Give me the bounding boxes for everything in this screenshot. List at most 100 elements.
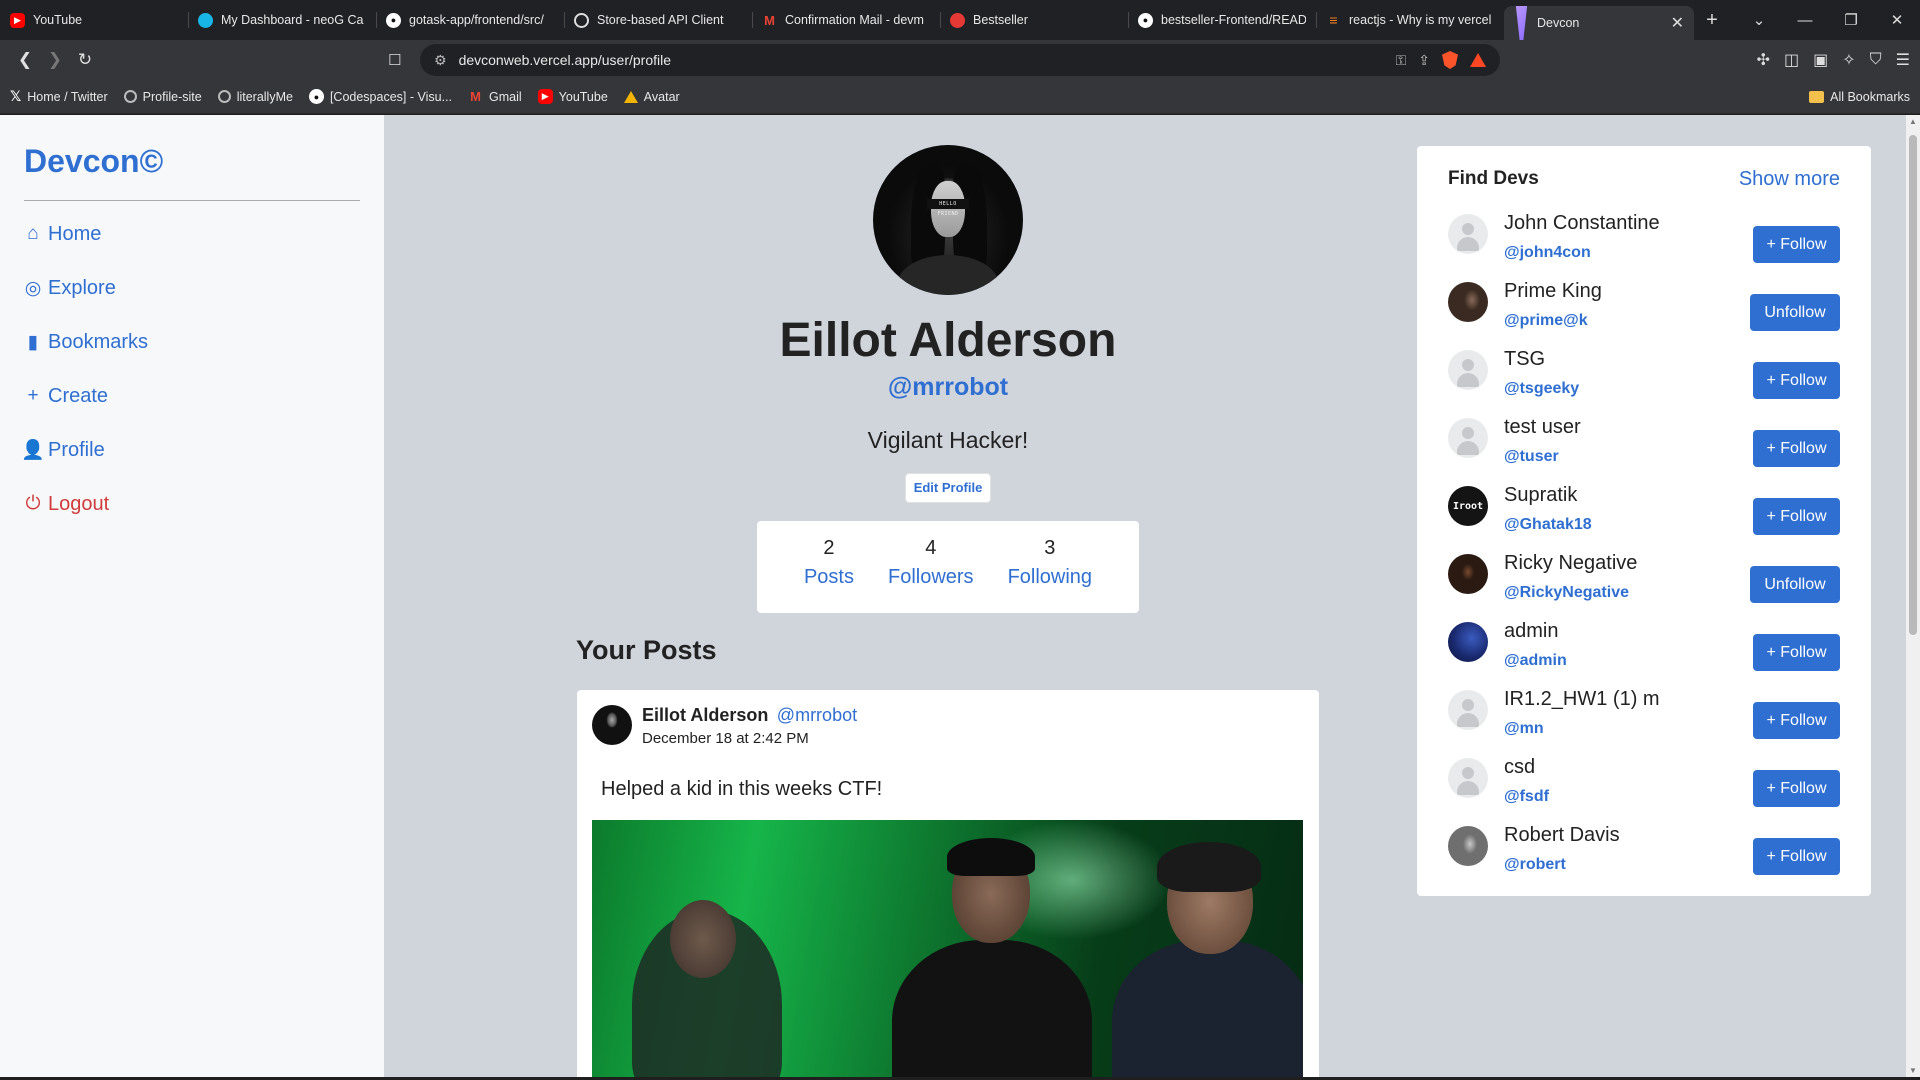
bookmark-item[interactable]: 𝕏 Home / Twitter [10,88,108,105]
bookmark-item[interactable]: M Gmail [468,89,522,104]
restore-icon[interactable]: ❐ [1828,11,1874,29]
follow-button[interactable]: + Follow [1753,430,1840,467]
dev-name[interactable]: IR1.2_HW1 (1) m [1504,688,1660,711]
avatar[interactable] [1448,350,1488,390]
site-info-icon[interactable]: ⚙ [434,52,447,69]
brave-shields-icon[interactable] [1442,51,1458,69]
bookmark-item[interactable]: ● [Codespaces] - Visu... [308,89,452,104]
page-scrollbar[interactable]: ▲ ▼ [1906,115,1920,1077]
avatar[interactable] [1448,214,1488,254]
dev-name[interactable]: admin [1504,620,1558,643]
bookmark-item[interactable]: ▶ YouTube [537,89,608,104]
post-author-handle[interactable]: @mrrobot [777,705,857,725]
dev-handle[interactable]: @admin [1504,652,1567,670]
dev-handle[interactable]: @robert [1504,856,1566,874]
close-icon[interactable]: ✕ [1671,13,1684,33]
dev-handle[interactable]: @RickyNegative [1504,584,1629,602]
post-image[interactable] [592,820,1303,1077]
sidebar-item-explore[interactable]: ◎ Explore [24,261,360,315]
bookmark-item[interactable]: literallyMe [217,90,293,104]
avatar[interactable]: Iroot [1448,486,1488,526]
dev-handle[interactable]: @Ghatak18 [1504,516,1592,534]
brave-rewards-icon[interactable] [1470,53,1486,67]
stat-following[interactable]: 3 Following [1008,537,1092,613]
edit-profile-button[interactable]: Edit Profile [905,473,991,503]
leo-ai-icon[interactable]: ✧ [1842,50,1855,70]
stat-posts[interactable]: 2 Posts [804,537,854,613]
back-icon[interactable]: ❮ [10,50,40,70]
wallet-icon[interactable]: ▣ [1813,50,1828,70]
unfollow-button[interactable]: Unfollow [1750,294,1840,331]
browser-tab[interactable]: ● gotask-app/frontend/src/ [376,0,564,40]
unfollow-button[interactable]: Unfollow [1750,566,1840,603]
sidebar-item-bookmarks[interactable]: ▮ Bookmarks [24,315,360,369]
address-bar[interactable]: ⚙ devconweb.vercel.app/user/profile ⚿ ⇪ [420,44,1500,76]
dev-name[interactable]: Supratik [1504,484,1577,507]
all-bookmarks-button[interactable]: All Bookmarks [1809,90,1910,104]
follow-button[interactable]: + Follow [1753,702,1840,739]
dev-name[interactable]: csd [1504,756,1535,779]
scrollbar-thumb[interactable] [1909,135,1917,635]
url-text[interactable]: devconweb.vercel.app/user/profile [459,52,1384,68]
scroll-down-icon[interactable]: ▼ [1906,1066,1920,1075]
browser-tab[interactable]: Bestseller [940,0,1128,40]
reload-icon[interactable]: ↻ [70,50,100,70]
minimize-icon[interactable]: — [1782,12,1828,29]
sidebar-item-logout[interactable]: ⏻ Logout [24,477,360,531]
sidebar-item-profile[interactable]: 👤 Profile [21,423,360,477]
dev-handle[interactable]: @prime@k [1504,312,1588,330]
avatar[interactable] [1448,690,1488,730]
close-window-icon[interactable]: ✕ [1874,11,1920,29]
sidebar-item-create[interactable]: + Create [24,369,360,423]
bookmark-page-icon[interactable]: ☐ [388,51,401,69]
browser-tab[interactable]: ▶ YouTube [0,0,188,40]
follow-button[interactable]: + Follow [1753,770,1840,807]
menu-icon[interactable]: ☰ [1896,50,1910,70]
sidebar-item-home[interactable]: ⌂ Home [24,207,360,261]
follow-button[interactable]: + Follow [1753,498,1840,535]
follow-button[interactable]: + Follow [1753,634,1840,671]
avatar[interactable] [1448,826,1488,866]
bookmark-item[interactable]: Avatar [623,90,680,104]
dev-handle[interactable]: @tsgeeky [1504,380,1579,398]
follow-button[interactable]: + Follow [1753,362,1840,399]
browser-tab[interactable]: My Dashboard - neoG Ca [188,0,376,40]
stat-followers[interactable]: 4 Followers [888,537,974,613]
dev-handle[interactable]: @john4con [1504,244,1591,262]
extensions-icon[interactable]: ✣ [1757,50,1770,70]
avatar[interactable] [1448,282,1488,322]
vpn-icon[interactable]: ⛉ [1870,51,1882,69]
dev-name[interactable]: Ricky Negative [1504,552,1637,575]
dev-name[interactable]: Prime King [1504,280,1602,303]
key-icon[interactable]: ⚿ [1396,52,1407,69]
dev-name[interactable]: test user [1504,416,1581,439]
dev-name[interactable]: TSG [1504,348,1545,371]
browser-tab-active[interactable]: Devcon ✕ [1504,6,1694,40]
avatar[interactable] [1448,418,1488,458]
browser-tab[interactable]: ≡ reactjs - Why is my vercel [1316,0,1504,40]
new-tab-button[interactable]: + [1694,9,1730,32]
share-icon[interactable]: ⇪ [1418,52,1430,69]
dev-handle[interactable]: @fsdf [1504,788,1549,806]
sidebar-toggle-icon[interactable]: ◫ [1784,50,1799,70]
browser-tab[interactable]: M Confirmation Mail - devm [752,0,940,40]
dev-name[interactable]: Robert Davis [1504,824,1620,847]
brand-logo[interactable]: Devcon© [24,143,360,201]
follow-button[interactable]: + Follow [1753,226,1840,263]
post-author-name[interactable]: Eillot Alderson [642,705,768,725]
scroll-up-icon[interactable]: ▲ [1906,117,1920,126]
avatar[interactable] [1448,554,1488,594]
forward-icon[interactable]: ❯ [40,50,70,70]
bookmark-item[interactable]: Profile-site [123,90,202,104]
dev-handle[interactable]: @mn [1504,720,1544,738]
avatar[interactable] [1448,622,1488,662]
dev-handle[interactable]: @tuser [1504,448,1559,466]
browser-tab[interactable]: ● bestseller-Frontend/READ [1128,0,1316,40]
tab-search-icon[interactable]: ⌄ [1736,11,1782,29]
dev-name[interactable]: John Constantine [1504,212,1660,235]
browser-tab[interactable]: Store-based API Client [564,0,752,40]
post-author-avatar[interactable] [592,705,632,745]
show-more-link[interactable]: Show more [1739,168,1840,191]
follow-button[interactable]: + Follow [1753,838,1840,875]
avatar[interactable] [1448,758,1488,798]
